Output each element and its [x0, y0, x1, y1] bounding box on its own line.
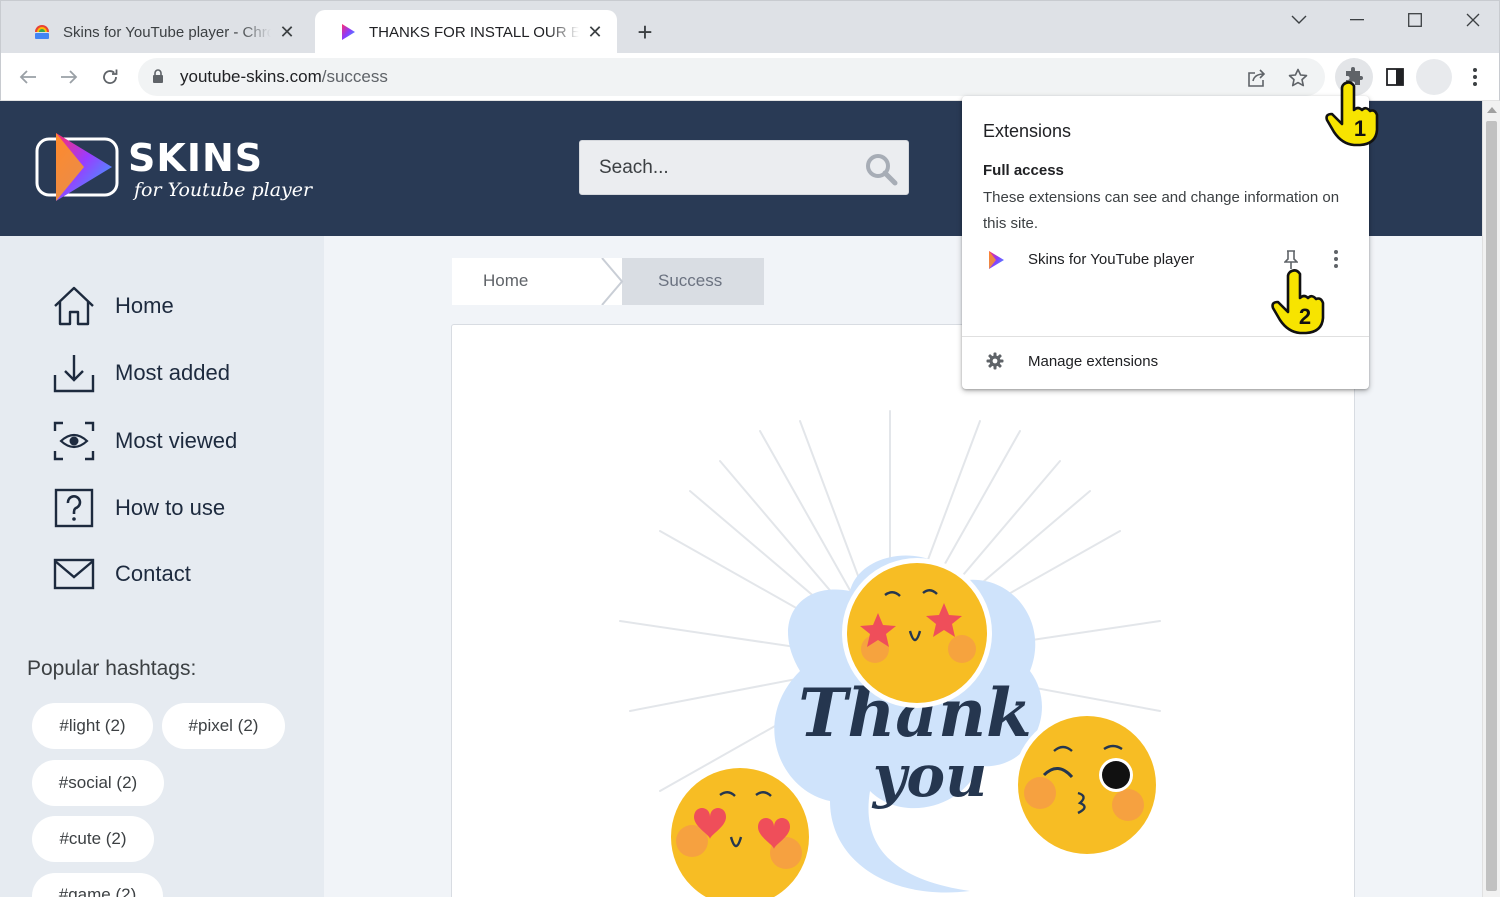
sidebar-item-most-added[interactable]: Most added: [52, 348, 230, 398]
hashtag-chip[interactable]: #social (2): [32, 760, 164, 806]
sidebar-item-label: Contact: [115, 561, 191, 586]
profile-avatar[interactable]: [1416, 59, 1452, 95]
address-bar[interactable]: youtube-skins.com/success: [138, 58, 1325, 96]
sidebar-item-how-to-use[interactable]: How to use: [52, 483, 225, 533]
tab-chrome-web-store[interactable]: Skins for YouTube player - Chrome Web St…: [9, 10, 309, 54]
gear-icon: [986, 352, 1004, 375]
back-icon[interactable]: [14, 63, 42, 91]
download-icon: [52, 351, 96, 395]
tab-title: Skins for YouTube player - Chrome Web St…: [63, 23, 271, 41]
pointer-hand-callout-2-icon: 2: [1271, 269, 1325, 335]
full-access-description: These extensions can see and change info…: [983, 189, 1340, 232]
scrollbar-thumb[interactable]: [1486, 121, 1497, 891]
url-path: /success: [321, 67, 388, 86]
lock-icon[interactable]: [152, 69, 164, 89]
extensions-popup: Extensions Full access These extensions …: [962, 96, 1369, 389]
sidebar-item-label: Home: [115, 293, 174, 318]
hashtag-chip[interactable]: #game (2): [32, 873, 163, 897]
brand-tagline: for Youtube player: [134, 179, 313, 201]
hashtags-title: Popular hashtags:: [27, 657, 197, 680]
tab-search-icon[interactable]: [1284, 7, 1314, 33]
thank-you-word-2: you: [871, 742, 988, 810]
question-icon: [52, 486, 96, 530]
skins-logo-icon[interactable]: [34, 131, 122, 208]
home-icon: [52, 284, 96, 328]
sidebar-item-label: Most viewed: [115, 428, 238, 453]
bookmark-star-icon[interactable]: [1287, 67, 1309, 89]
pointer-hand-callout-1-icon: 1: [1325, 81, 1379, 147]
hashtag-chip[interactable]: #pixel (2): [162, 703, 285, 749]
thank-you-illustration: Thank you: [619, 410, 1161, 897]
heart-eyes-emoji-icon: [666, 763, 814, 897]
star-eyes-emoji-icon: [842, 558, 992, 708]
callout-step-1: 1: [1354, 116, 1366, 141]
browser-toolbar: youtube-skins.com/success: [0, 53, 1500, 101]
skins-favicon-icon: [339, 23, 357, 41]
sidebar-item-most-viewed[interactable]: Most viewed: [52, 416, 237, 466]
scroll-up-icon[interactable]: [1487, 107, 1497, 113]
brand: SKINS for Youtube player: [128, 138, 312, 202]
popup-title: Extensions: [983, 121, 1072, 141]
sidebar-item-label: How to use: [115, 495, 226, 520]
side-panel-icon[interactable]: [1381, 63, 1409, 91]
hashtag-chip[interactable]: #light (2): [32, 703, 153, 749]
url-host: youtube-skins.com: [180, 67, 322, 86]
maximize-icon[interactable]: [1400, 7, 1430, 33]
extension-more-icon[interactable]: [1334, 250, 1338, 273]
new-tab-icon[interactable]: +: [631, 19, 659, 47]
close-tab-icon[interactable]: ✕: [277, 22, 297, 42]
skins-extension-icon: [987, 250, 1005, 275]
full-access-heading: Full access: [983, 162, 1064, 179]
breadcrumb-current: Success: [616, 258, 764, 305]
minimize-icon[interactable]: [1342, 7, 1372, 33]
eye-icon: [52, 419, 96, 463]
brand-name: SKINS: [128, 136, 264, 180]
reload-icon[interactable]: [96, 63, 124, 91]
search-icon[interactable]: [864, 152, 898, 191]
page-scrollbar[interactable]: [1482, 101, 1500, 897]
popup-divider: [962, 336, 1369, 337]
manage-extensions-link[interactable]: Manage extensions: [1028, 353, 1158, 370]
breadcrumb-separator: [596, 258, 624, 305]
tab-strip: Skins for YouTube player - Chrome Web St…: [0, 0, 1500, 54]
sidebar: Home Most added Most viewed How to use C…: [0, 236, 324, 897]
chrome-menu-icon[interactable]: [1461, 63, 1489, 91]
hashtag-chip[interactable]: #cute (2): [32, 816, 154, 862]
manage-extensions-row[interactable]: Manage extensions: [962, 344, 1369, 380]
extension-name: Skins for YouTube player: [1028, 251, 1195, 268]
url-text: youtube-skins.com/success: [180, 67, 388, 87]
sidebar-item-home[interactable]: Home: [52, 281, 174, 331]
sidebar-item-contact[interactable]: Contact: [52, 549, 191, 599]
sidebar-item-label: Most added: [115, 360, 230, 385]
forward-icon[interactable]: [55, 63, 83, 91]
site-search[interactable]: Seach...: [579, 140, 909, 195]
search-input[interactable]: Seach...: [599, 157, 669, 179]
wink-kiss-emoji-icon: [1013, 711, 1161, 859]
close-window-icon[interactable]: [1458, 7, 1488, 33]
tab-title: THANKS FOR INSTALL OUR EXTENSION: [369, 23, 579, 41]
share-icon[interactable]: [1246, 67, 1268, 89]
chrome-web-store-icon: [33, 23, 51, 41]
close-tab-icon[interactable]: ✕: [585, 22, 605, 42]
callout-step-2: 2: [1299, 304, 1311, 329]
mail-icon: [52, 552, 96, 596]
tab-thanks[interactable]: THANKS FOR INSTALL OUR EXTENSION ✕: [315, 10, 617, 54]
